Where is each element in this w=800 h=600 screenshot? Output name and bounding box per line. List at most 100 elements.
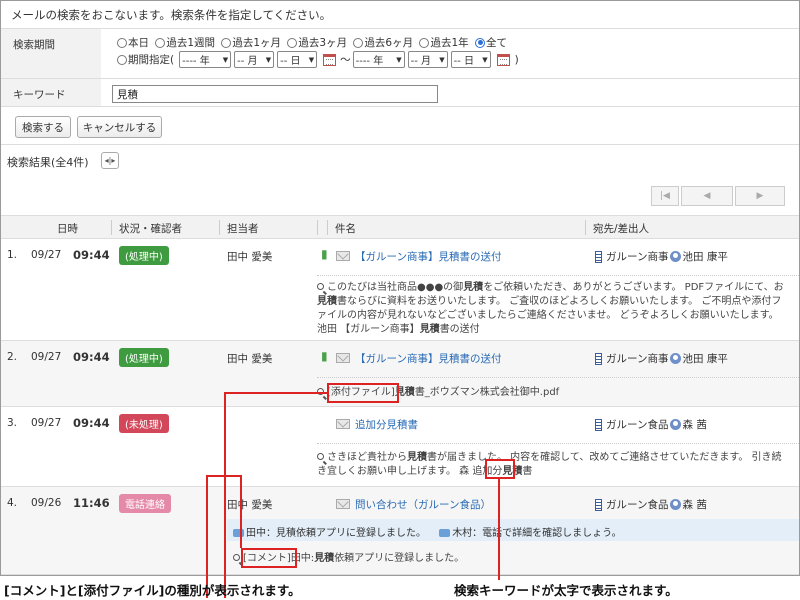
caption-left: [コメント]と[添付ファイル]の種別が表示されます。 bbox=[4, 583, 301, 598]
col-separator bbox=[317, 220, 318, 235]
contact-link[interactable]: 森 茜 bbox=[682, 497, 706, 512]
snippet-divider bbox=[317, 377, 799, 378]
mail-search-panel: メールの検索をおこないます。検索条件を指定してください。 検索期間 本日 過去1… bbox=[0, 0, 800, 576]
results-title: 検索結果(全4件) bbox=[7, 156, 89, 169]
expand-columns-icon[interactable]: ◂|▸ bbox=[101, 152, 119, 169]
row-date: 09/27 bbox=[31, 417, 62, 429]
caption-right: 検索キーワードが太字で表示されます。 bbox=[454, 583, 678, 598]
radio-dot[interactable] bbox=[419, 37, 430, 48]
radio-3months[interactable]: 過去3ヶ月 bbox=[287, 35, 347, 50]
row-subject-link[interactable]: 問い合わせ（ガルーン食品） bbox=[355, 497, 491, 512]
first-page-button[interactable]: |◀ bbox=[651, 186, 679, 206]
end-day-select[interactable]: -- 日 ▼ bbox=[450, 51, 491, 68]
radio-dot[interactable] bbox=[221, 37, 232, 48]
row-date: 09/26 bbox=[31, 497, 62, 509]
radio-dot[interactable] bbox=[117, 37, 127, 48]
search-button[interactable]: 検索する bbox=[15, 116, 71, 138]
company-link[interactable]: ガルーン食品 bbox=[606, 417, 668, 432]
row-subject-link[interactable]: 【ガルーン商事】見積書の送付 bbox=[355, 351, 501, 366]
radio-all[interactable]: 全て bbox=[475, 35, 507, 50]
chevron-down-icon: ▼ bbox=[396, 55, 402, 64]
keyword-input[interactable] bbox=[112, 85, 438, 103]
status-badge[interactable]: (処理中) bbox=[119, 246, 169, 265]
end-month-select[interactable]: -- 月 ▼ bbox=[407, 51, 448, 68]
start-day-select[interactable]: -- 日 ▼ bbox=[277, 51, 318, 68]
row-time: 09:44 bbox=[73, 248, 110, 262]
building-icon bbox=[595, 418, 602, 431]
attachment-icon: ▮ bbox=[321, 247, 328, 261]
table-row[interactable]: 3. 09/27 09:44 (未処理) 追加分見積書 ガルーン食品 森 茜 さ… bbox=[1, 407, 799, 487]
company-link[interactable]: ガルーン商事 bbox=[606, 351, 668, 366]
start-year-select[interactable]: ---- 年 ▼ bbox=[179, 51, 232, 68]
row-subject-link[interactable]: 追加分見積書 bbox=[355, 417, 418, 432]
building-icon bbox=[595, 498, 602, 511]
cancel-button[interactable]: キャンセルする bbox=[77, 116, 162, 138]
custom-period: 期間指定( ---- 年 ▼ -- 月 ▼ -- 日 ▼ 〜 ---- 年 ▼ -- 月… bbox=[117, 51, 519, 68]
radio-dot-selected[interactable] bbox=[475, 37, 485, 48]
annotation-box-comment bbox=[241, 548, 297, 568]
status-badge[interactable]: 電話連絡 bbox=[119, 494, 171, 513]
next-page-button[interactable]: ▶ bbox=[735, 186, 785, 206]
row-snippet: さきほど貴社から見積書が届きました。 内容を確認して、改めてご連絡させていただき… bbox=[317, 452, 782, 477]
status-badge[interactable]: (未処理) bbox=[119, 414, 169, 433]
radio-6months[interactable]: 過去6ヶ月 bbox=[353, 35, 413, 50]
row-subject-link[interactable]: 【ガルーン商事】見積書の送付 bbox=[355, 249, 501, 264]
row-recipient: ガルーン商事 池田 康平 bbox=[595, 249, 728, 264]
table-row[interactable]: 1. 09/27 09:44 (処理中) 田中 愛美 ▮ 【ガルーン商事】見積書… bbox=[1, 239, 799, 341]
col-subject[interactable]: 件名 bbox=[335, 221, 356, 236]
row-comment-snippet: [コメント]田中:見積依頼アプリに登録しました。 bbox=[233, 552, 773, 566]
intro-text: メールの検索をおこないます。検索条件を指定してください。 bbox=[11, 8, 332, 22]
annotation-line bbox=[224, 392, 327, 394]
attachment-icon: ▮ bbox=[321, 349, 328, 363]
first-page-icon: |◀ bbox=[660, 191, 670, 201]
start-month-select[interactable]: -- 月 ▼ bbox=[234, 51, 275, 68]
col-separator bbox=[585, 220, 586, 235]
period-radios: 本日 過去1週間 過去1ヶ月 過去3ヶ月 過去6ヶ月 過去1年 全て bbox=[117, 35, 510, 51]
next-page-icon: ▶ bbox=[756, 191, 764, 201]
table-row[interactable]: 2. 09/27 09:44 (処理中) 田中 愛美 ▮ 【ガルーン商事】見積書… bbox=[1, 341, 799, 407]
radio-dot[interactable] bbox=[287, 37, 298, 48]
comment-icon bbox=[439, 529, 451, 537]
row-number: 3. bbox=[7, 417, 18, 429]
row-person: 田中 愛美 bbox=[227, 353, 273, 365]
row-recipient: ガルーン商事 池田 康平 bbox=[595, 351, 728, 366]
radio-dot[interactable] bbox=[117, 54, 127, 65]
user-icon bbox=[670, 251, 682, 262]
table-row[interactable]: 4. 09/26 11:46 電話連絡 田中 愛美 問い合わせ（ガルーン食品） … bbox=[1, 487, 799, 575]
end-year-select[interactable]: ---- 年 ▼ bbox=[352, 51, 405, 68]
radio-1month[interactable]: 過去1ヶ月 bbox=[221, 35, 281, 50]
row-date: 09/27 bbox=[31, 351, 62, 363]
annotation-line bbox=[224, 392, 226, 598]
chevron-down-icon: ▼ bbox=[439, 55, 445, 64]
company-link[interactable]: ガルーン食品 bbox=[606, 497, 668, 512]
radio-today[interactable]: 本日 bbox=[117, 35, 149, 50]
calendar-icon[interactable] bbox=[496, 53, 510, 66]
comment-icon bbox=[233, 529, 244, 537]
table-header: 日時 状況・確認者 担当者 件名 宛先/差出人 bbox=[1, 215, 799, 239]
user-icon bbox=[670, 353, 682, 364]
col-datetime[interactable]: 日時 bbox=[57, 221, 78, 236]
building-icon bbox=[595, 352, 602, 365]
status-badge[interactable]: (処理中) bbox=[119, 348, 169, 367]
row-number: 1. bbox=[7, 249, 18, 261]
row-time: 09:44 bbox=[73, 350, 110, 364]
contact-link[interactable]: 池田 康平 bbox=[682, 249, 727, 264]
comment-strip: 田中：見積依頼アプリに登録しました。 木村：電話で詳細を確認しましょう。 bbox=[227, 519, 799, 541]
row-number: 2. bbox=[7, 351, 18, 363]
mail-icon bbox=[336, 499, 350, 509]
radio-dot[interactable] bbox=[155, 37, 166, 48]
contact-link[interactable]: 池田 康平 bbox=[682, 351, 727, 366]
calendar-icon[interactable] bbox=[323, 53, 337, 66]
radio-custom-period[interactable]: 期間指定( bbox=[117, 52, 174, 67]
col-separator bbox=[111, 220, 112, 235]
col-status[interactable]: 状況・確認者 bbox=[119, 221, 182, 236]
magnifier-icon bbox=[317, 453, 324, 460]
prev-page-button[interactable]: ◀ bbox=[681, 186, 733, 206]
radio-1year[interactable]: 過去1年 bbox=[419, 35, 469, 50]
col-person[interactable]: 担当者 bbox=[227, 221, 259, 236]
contact-link[interactable]: 森 茜 bbox=[682, 417, 706, 432]
radio-1week[interactable]: 過去1週間 bbox=[155, 35, 215, 50]
radio-dot[interactable] bbox=[353, 37, 364, 48]
col-recipient[interactable]: 宛先/差出人 bbox=[593, 221, 649, 236]
company-link[interactable]: ガルーン商事 bbox=[606, 249, 668, 264]
